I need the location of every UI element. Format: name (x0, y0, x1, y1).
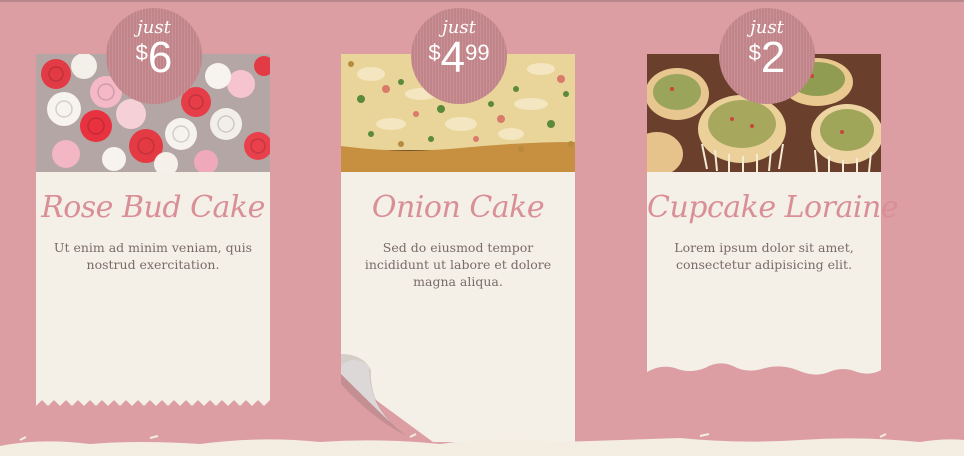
zigzag-paper-edge (36, 372, 270, 406)
price-value: $499 (411, 36, 507, 80)
currency-symbol: $ (428, 40, 441, 65)
price-cents: 99 (465, 40, 490, 65)
price-badge: just $499 (411, 8, 507, 104)
torn-paper-edge (647, 352, 881, 375)
price-value: $6 (106, 36, 202, 80)
price-value: $2 (719, 36, 815, 80)
top-border-line (0, 0, 964, 2)
price-main: 2 (760, 33, 786, 82)
price-badge: just $6 (106, 8, 202, 104)
currency-symbol: $ (135, 40, 148, 65)
price-badge: just $2 (719, 8, 815, 104)
product-card-onion-cake[interactable]: Onion Cake Sed do eiusmod tempor incidid… (341, 54, 575, 450)
product-title[interactable]: Rose Bud Cake (36, 190, 270, 225)
product-description: Ut enim ad minim veniam, quis nostrud ex… (53, 240, 253, 272)
brush-stroke-divider (0, 433, 964, 456)
product-title[interactable]: Onion Cake (341, 190, 575, 225)
product-description: Sed do eiusmod tempor incididunt ut labo… (364, 240, 552, 289)
product-description: Lorem ipsum dolor sit amet, consectetur … (674, 240, 854, 272)
price-main: 4 (440, 33, 466, 82)
currency-symbol: $ (748, 40, 761, 65)
product-title[interactable]: Cupcake Loraine (647, 190, 899, 225)
price-main: 6 (147, 33, 173, 82)
